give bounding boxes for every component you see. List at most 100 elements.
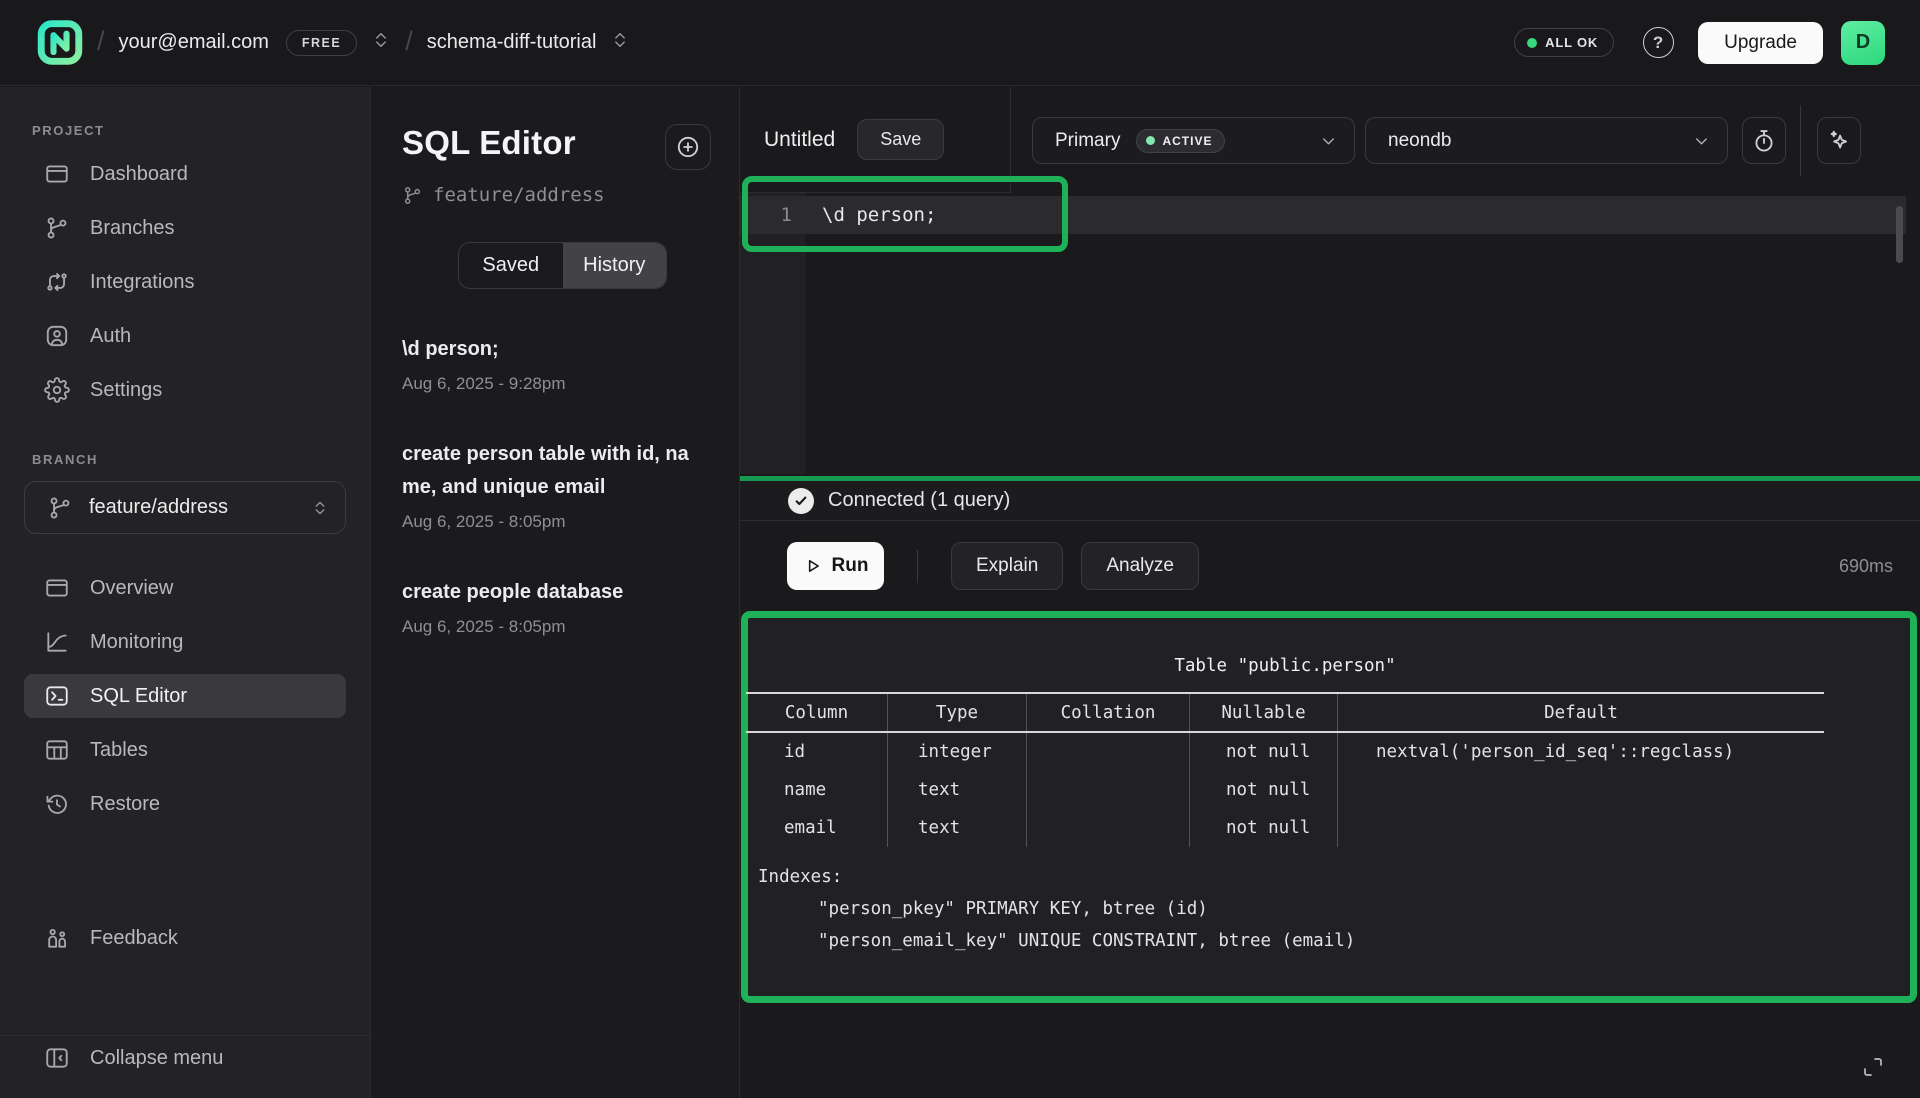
sidebar-item-overview[interactable]: Overview: [24, 566, 346, 610]
table-cell: name: [746, 771, 888, 809]
sidebar-item-feedback[interactable]: Feedback: [24, 916, 346, 960]
compute-status-text: ACTIVE: [1162, 134, 1212, 148]
table-cell: [1027, 809, 1190, 847]
project-breadcrumb[interactable]: schema-diff-tutorial: [427, 31, 597, 54]
explain-button[interactable]: Explain: [951, 542, 1063, 590]
ai-assist-button[interactable]: [1817, 117, 1861, 164]
history-item-title: create person table with id, na me, and …: [402, 438, 711, 504]
sidebar-item-auth[interactable]: Auth: [24, 314, 346, 358]
query-result-output: Table "public.person" Column Type Collat…: [741, 611, 1917, 1003]
table-cell: not null: [1190, 809, 1338, 847]
sidebar-item-restore[interactable]: Restore: [24, 782, 346, 826]
chevron-up-down-icon: [311, 495, 329, 521]
index-line: "person_pkey" PRIMARY KEY, btree (id): [758, 893, 1355, 925]
column-header: Default: [1338, 694, 1824, 731]
connection-toolbar: Primary ACTIVE neondb: [1011, 87, 1920, 193]
expand-results-button[interactable]: [1858, 1052, 1888, 1082]
save-button[interactable]: Save: [857, 119, 944, 160]
sidebar-divider: [0, 1035, 371, 1036]
table-cell: text: [888, 809, 1027, 847]
stopwatch-icon: [1751, 128, 1777, 154]
tab-saved[interactable]: Saved: [459, 243, 563, 288]
column-header: Collation: [1027, 694, 1190, 731]
upgrade-button[interactable]: Upgrade: [1698, 22, 1823, 64]
toolbar-divider: [1800, 105, 1801, 176]
table-cell: [1338, 771, 1824, 809]
table-cell: not null: [1190, 733, 1338, 771]
actions-divider: [917, 550, 918, 583]
code-line[interactable]: \d person;: [822, 204, 936, 226]
result-table: Column Type Collation Nullable Default i…: [746, 692, 1824, 847]
compute-selector[interactable]: Primary ACTIVE: [1032, 117, 1355, 164]
editor-scrollbar[interactable]: [1896, 206, 1903, 263]
editor-current-line[interactable]: 1 \d person;: [740, 196, 1906, 234]
sidebar-item-tables[interactable]: Tables: [24, 728, 346, 772]
sidebar-item-branches[interactable]: Branches: [24, 206, 346, 250]
current-branch: feature/address: [402, 184, 711, 206]
feedback-icon: [44, 925, 70, 951]
tab-history[interactable]: History: [563, 243, 667, 288]
status-dot-icon: [1527, 38, 1537, 48]
compute-selector-value: Primary: [1055, 130, 1120, 152]
plus-circle-icon: [675, 134, 701, 160]
gear-icon: [44, 377, 70, 403]
expand-icon: [1861, 1055, 1885, 1079]
project-switcher-chevron[interactable]: [610, 27, 630, 59]
run-button-label: Run: [832, 555, 869, 577]
table-row: email text not null: [746, 809, 1824, 847]
database-selector-value: neondb: [1388, 130, 1451, 152]
git-branch-icon: [44, 215, 70, 241]
monitoring-icon: [44, 629, 70, 655]
neon-logo[interactable]: [37, 19, 83, 66]
breadcrumb-separator: /: [405, 26, 413, 57]
account-breadcrumb[interactable]: your@email.com: [119, 31, 269, 54]
status-badge[interactable]: ALL OK: [1514, 28, 1614, 57]
integrations-icon: [44, 269, 70, 295]
connection-status-text: Connected (1 query): [828, 489, 1010, 512]
editor-gutter: [740, 193, 806, 474]
column-header: Column: [746, 694, 888, 731]
column-header: Type: [888, 694, 1027, 731]
run-button[interactable]: Run: [787, 542, 884, 590]
query-tab[interactable]: Untitled: [764, 128, 835, 152]
chevron-down-icon: [1319, 128, 1338, 154]
sidebar-item-sql-editor[interactable]: SQL Editor: [24, 674, 346, 718]
new-query-button[interactable]: [665, 124, 711, 170]
history-list-item[interactable]: \d person; Aug 6, 2025 - 9:28pm: [402, 333, 711, 394]
sidebar-item-integrations[interactable]: Integrations: [24, 260, 346, 304]
question-icon: ?: [1643, 27, 1674, 58]
sidebar-item-label: Feedback: [90, 927, 178, 950]
account-switcher-chevron[interactable]: [371, 27, 391, 59]
history-list-item[interactable]: create person table with id, na me, and …: [402, 438, 711, 532]
result-indexes-block: Indexes: "person_pkey" PRIMARY KEY, btre…: [758, 861, 1355, 957]
query-timing-button[interactable]: [1742, 117, 1786, 164]
sidebar-item-dashboard[interactable]: Dashboard: [24, 152, 346, 196]
sidebar-item-label: Restore: [90, 793, 160, 816]
tables-icon: [44, 737, 70, 763]
sql-editor-panel: SQL Editor feature/address Saved History…: [371, 87, 740, 1098]
table-cell: not null: [1190, 771, 1338, 809]
table-cell: [1027, 733, 1190, 771]
table-cell: [1338, 809, 1824, 847]
collapse-menu-button[interactable]: Collapse menu: [24, 1036, 346, 1080]
sidebar-item-label: Integrations: [90, 271, 195, 294]
analyze-button[interactable]: Analyze: [1081, 542, 1199, 590]
auth-icon: [44, 323, 70, 349]
help-button[interactable]: ?: [1636, 21, 1680, 65]
avatar[interactable]: D: [1841, 21, 1885, 65]
database-selector[interactable]: neondb: [1365, 117, 1728, 164]
table-cell: email: [746, 809, 888, 847]
sidebar-item-monitoring[interactable]: Monitoring: [24, 620, 346, 664]
branch-selector[interactable]: feature/address: [24, 481, 346, 534]
history-list-item[interactable]: create people database Aug 6, 2025 - 8:0…: [402, 576, 711, 637]
history-item-date: Aug 6, 2025 - 8:05pm: [402, 617, 711, 637]
chevron-down-icon: [1692, 128, 1711, 154]
neon-console: / your@email.com FREE / schema-diff-tuto…: [0, 0, 1920, 1098]
result-table-body: id integer not null nextval('person_id_s…: [746, 733, 1824, 847]
sidebar-item-label: Branches: [90, 217, 175, 240]
line-number: 1: [740, 204, 792, 226]
sparkles-icon: [1826, 128, 1852, 154]
top-bar: / your@email.com FREE / schema-diff-tuto…: [0, 0, 1920, 86]
sidebar-item-label: SQL Editor: [90, 685, 187, 708]
sidebar-item-settings[interactable]: Settings: [24, 368, 346, 412]
